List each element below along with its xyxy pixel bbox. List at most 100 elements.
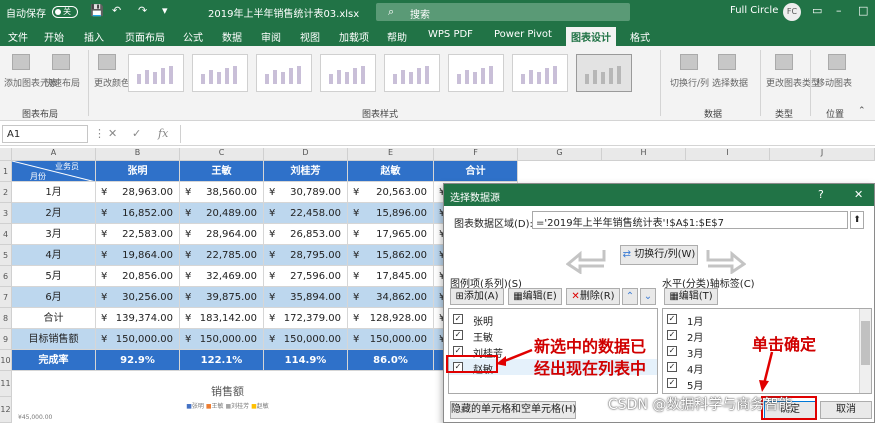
value-cell[interactable]: ¥16,852.00 [96, 203, 180, 224]
chart-style-7[interactable] [512, 54, 568, 92]
formula-input[interactable] [180, 125, 872, 143]
month-cell[interactable]: 3月 [12, 224, 96, 245]
collapse-range-icon[interactable]: ⬆ [850, 211, 864, 229]
change-chart-type-icon[interactable] [775, 54, 793, 70]
rate-cell[interactable]: 86.0% [348, 350, 434, 371]
select-all-corner[interactable] [0, 148, 12, 161]
month-cell[interactable]: 5月 [12, 266, 96, 287]
rate-cell[interactable]: 92.9% [96, 350, 180, 371]
row-header[interactable]: 11 [0, 371, 12, 397]
value-cell[interactable]: ¥17,965.00 [348, 224, 434, 245]
rate-label-cell[interactable]: 完成率 [12, 350, 96, 371]
delete-series-button[interactable]: ✕删除(R) [566, 288, 620, 305]
move-down-button[interactable]: ⌄ [640, 288, 656, 305]
col-header-h[interactable]: H [602, 148, 686, 161]
value-cell[interactable]: ¥28,795.00 [264, 245, 348, 266]
value-cell[interactable]: ¥38,560.00 [180, 182, 264, 203]
axis-checkbox[interactable]: ✓ [667, 346, 677, 356]
value-cell[interactable]: ¥27,596.00 [264, 266, 348, 287]
axis-list-scrollbar[interactable] [859, 309, 871, 393]
col-header-f[interactable]: F [434, 148, 518, 161]
month-cell[interactable]: 2月 [12, 203, 96, 224]
tab-power-pivot[interactable]: Power Pivot [494, 29, 552, 40]
value-cell[interactable]: ¥17,845.00 [348, 266, 434, 287]
tab-file[interactable]: 文件 [8, 29, 28, 44]
tab-review[interactable]: 审阅 [261, 29, 281, 44]
chart-style-3[interactable] [256, 54, 312, 92]
tab-help[interactable]: 帮助 [387, 29, 407, 44]
value-cell[interactable]: ¥150,000.00 [96, 329, 180, 350]
tab-data[interactable]: 数据 [222, 29, 242, 44]
chart-style-5[interactable] [384, 54, 440, 92]
header-cell[interactable]: 合计 [434, 161, 518, 182]
series-checkbox[interactable]: ✓ [453, 314, 463, 324]
value-cell[interactable]: ¥20,489.00 [180, 203, 264, 224]
change-chart-type-button[interactable]: 更改图表类型 [766, 76, 820, 89]
value-cell[interactable]: ¥19,864.00 [96, 245, 180, 266]
col-header-a[interactable]: A [12, 148, 96, 161]
chart-style-8[interactable] [576, 54, 632, 92]
move-chart-icon[interactable] [828, 54, 846, 70]
list-item[interactable]: ✓ 1月 [663, 311, 871, 328]
col-header-i[interactable]: I [686, 148, 770, 161]
minimize-icon[interactable]: – [836, 4, 842, 17]
value-cell[interactable]: ¥183,142.00 [180, 308, 264, 329]
month-cell[interactable]: 目标销售额 [12, 329, 96, 350]
rate-cell[interactable]: 114.9% [264, 350, 348, 371]
switch-row-col-button[interactable]: ⇄ 切换行/列(W) [620, 245, 698, 265]
tab-insert[interactable]: 插入 [84, 29, 104, 44]
cancel-button[interactable]: 取消 [820, 401, 872, 419]
value-cell[interactable]: ¥15,896.00 [348, 203, 434, 224]
header-cell[interactable]: 刘桂芳 [264, 161, 348, 182]
row-header[interactable]: 9 [0, 329, 12, 350]
change-colors-button[interactable]: 更改颜色 [94, 76, 130, 89]
row-header[interactable]: 7 [0, 287, 12, 308]
value-cell[interactable]: ¥15,862.00 [348, 245, 434, 266]
list-item[interactable]: ✓ 张明 [449, 311, 657, 328]
value-cell[interactable]: ¥28,964.00 [180, 224, 264, 245]
tab-chart-design[interactable]: 图表设计 [566, 27, 616, 46]
value-cell[interactable]: ¥30,256.00 [96, 287, 180, 308]
tab-home[interactable]: 开始 [44, 29, 64, 44]
axis-checkbox[interactable]: ✓ [667, 330, 677, 340]
edit-axis-button[interactable]: ▦编辑(T) [664, 288, 718, 305]
add-series-button[interactable]: ⊞添加(A) [450, 288, 504, 305]
insert-function-icon[interactable]: fx [158, 127, 168, 140]
ribbon-display-icon[interactable]: ▭ [812, 4, 822, 17]
cancel-icon[interactable]: ✕ [108, 127, 117, 140]
value-cell[interactable]: ¥150,000.00 [348, 329, 434, 350]
search-box[interactable]: ⌕ 搜索 [376, 3, 630, 21]
switch-row-col-button[interactable]: 切换行/列 [670, 76, 709, 89]
hidden-empty-cells-button[interactable]: 隐藏的单元格和空单元格(H) [450, 401, 576, 419]
chart-style-6[interactable] [448, 54, 504, 92]
value-cell[interactable]: ¥139,374.00 [96, 308, 180, 329]
tab-page-layout[interactable]: 页面布局 [125, 29, 165, 44]
name-box-dropdown-icon[interactable]: ⋮ [94, 127, 105, 140]
header-cell[interactable]: 赵敏 [348, 161, 434, 182]
rate-cell[interactable]: 122.1% [180, 350, 264, 371]
row-header[interactable]: 2 [0, 182, 12, 203]
axis-checkbox[interactable]: ✓ [667, 378, 677, 388]
row-header[interactable]: 4 [0, 224, 12, 245]
header-corner-cell[interactable]: 业务员 月份 [12, 161, 96, 182]
month-cell[interactable]: 6月 [12, 287, 96, 308]
redo-icon[interactable]: ↷ [138, 4, 147, 17]
collapse-ribbon-icon[interactable]: ⌃ [858, 106, 866, 116]
add-chart-element-icon[interactable] [12, 54, 30, 70]
save-icon[interactable]: 💾 [90, 4, 104, 17]
value-cell[interactable]: ¥22,785.00 [180, 245, 264, 266]
edit-series-button[interactable]: ▦编辑(E) [508, 288, 562, 305]
name-box[interactable]: A1 [2, 125, 88, 143]
chart-area[interactable]: 销售额 ■张明 ■王敏 ■刘桂芳 ■赵敏 ¥45,000.00 [12, 371, 443, 423]
undo-icon[interactable]: ↶ [112, 4, 121, 17]
tab-formulas[interactable]: 公式 [183, 29, 203, 44]
chart-style-4[interactable] [320, 54, 376, 92]
col-header-j[interactable]: J [770, 148, 875, 161]
row-header[interactable]: 5 [0, 245, 12, 266]
axis-checkbox[interactable]: ✓ [667, 314, 677, 324]
enter-icon[interactable]: ✓ [132, 127, 141, 140]
value-cell[interactable]: ¥20,563.00 [348, 182, 434, 203]
series-checkbox[interactable]: ✓ [453, 330, 463, 340]
row-header[interactable]: 3 [0, 203, 12, 224]
chart-style-1[interactable] [128, 54, 184, 92]
